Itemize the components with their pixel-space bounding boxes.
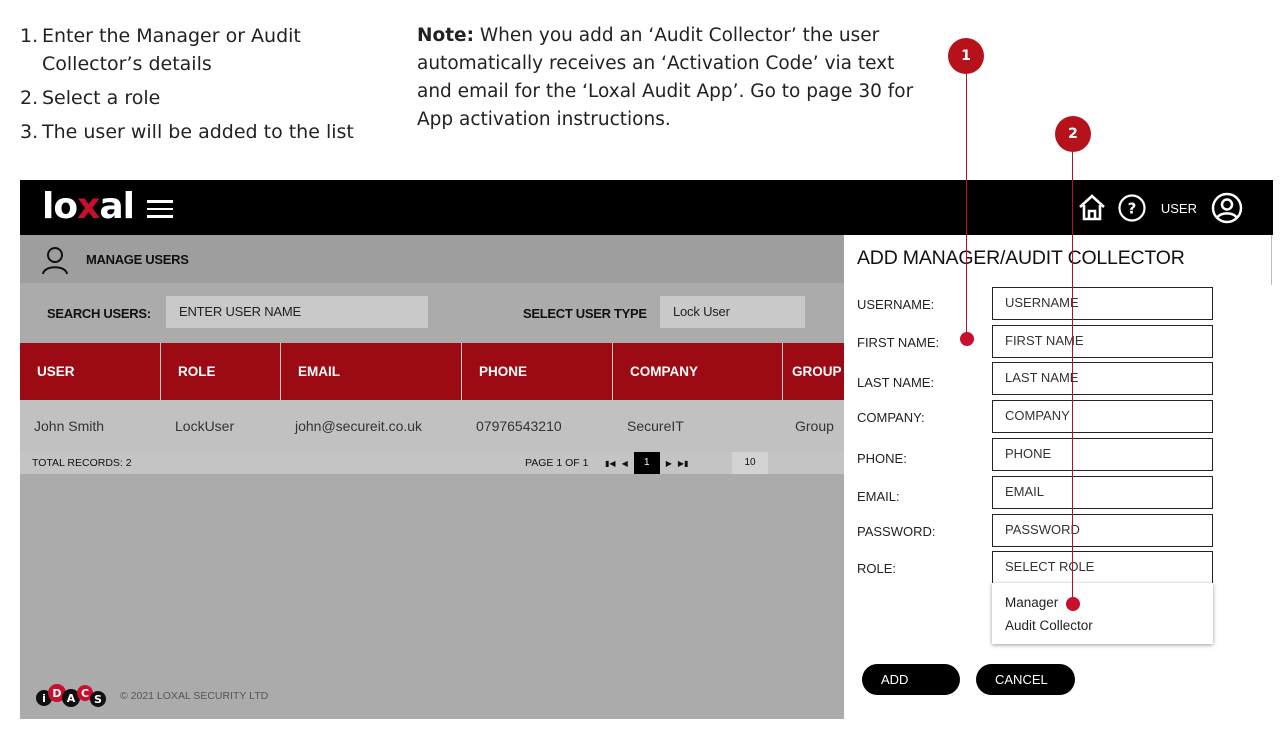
page-title: MANAGE USERS <box>86 252 189 267</box>
cell-email: john@secureit.co.uk <box>295 418 423 434</box>
add-button[interactable]: ADD <box>862 664 960 695</box>
person-icon <box>42 247 68 275</box>
step-1: 1. Enter the Manager or Audit Collector’s… <box>20 25 301 75</box>
svg-text:D: D <box>52 687 61 700</box>
cell-role: LockUser <box>175 418 235 434</box>
table-header: USER ROLE EMAIL PHONE COMPANY GROUP <box>20 343 844 400</box>
company-label: COMPANY: <box>857 410 925 425</box>
add-user-panel: ADD MANAGER/AUDIT COLLECTOR USERNAME: US… <box>844 235 1273 719</box>
password-label: PASSWORD: <box>857 524 936 539</box>
instruction-steps: 1. Enter the Manager or Audit Collector’s… <box>20 22 400 152</box>
panel-title: ADD MANAGER/AUDIT COLLECTOR <box>857 247 1185 269</box>
next-page-icon[interactable]: ▶ <box>666 459 672 468</box>
search-users-label: SEARCH USERS: <box>47 306 151 321</box>
step-2: 2. Select a role <box>20 87 161 109</box>
role-label: ROLE: <box>857 561 897 576</box>
page-info: PAGE 1 OF 1 <box>525 457 589 469</box>
pager-controls: ▮◀ ◀ 1 ▶ ▶▮ <box>605 452 688 474</box>
column-header-role[interactable]: ROLE <box>161 343 281 400</box>
column-header-group[interactable]: GROUP <box>783 343 844 400</box>
top-right-controls: ? USER <box>1077 192 1243 224</box>
role-option-manager[interactable]: Manager <box>992 591 1213 614</box>
search-input[interactable]: ENTER USER NAME <box>166 296 428 328</box>
callout-2-leader <box>1072 152 1073 602</box>
cell-phone: 07976543210 <box>476 418 562 434</box>
help-icon[interactable]: ? <box>1117 193 1147 223</box>
idacs-logo-icon: i D A C S <box>36 684 106 707</box>
svg-text:?: ? <box>1128 200 1137 218</box>
user-type-label: SELECT USER TYPE <box>523 306 647 321</box>
column-header-email[interactable]: EMAIL <box>281 343 462 400</box>
total-records: TOTAL RECORDS: 2 <box>32 457 132 469</box>
phone-label: PHONE: <box>857 451 907 466</box>
username-label: USERNAME: <box>857 297 935 312</box>
panel-edge-divider <box>1271 235 1272 285</box>
callout-2: 2 <box>1055 116 1091 152</box>
callout-1: 1 <box>948 38 984 74</box>
note-body: When you add an ‘Audit Collector’ the us… <box>417 25 914 130</box>
table-row[interactable]: John Smith LockUser john@secureit.co.uk … <box>20 400 844 452</box>
svg-text:i: i <box>42 692 46 705</box>
column-header-company[interactable]: COMPANY <box>613 343 783 400</box>
phone-field[interactable]: PHONE <box>992 438 1213 471</box>
note-label: Note: <box>417 25 474 46</box>
svg-text:C: C <box>81 687 89 700</box>
footer-brand: i D A C S © 2021 LOXAL SECURITY LTD <box>36 682 268 710</box>
prev-page-icon[interactable]: ◀ <box>622 459 628 468</box>
cell-group: Group <box>795 418 834 434</box>
top-bar: loxal ? USER <box>20 180 1273 235</box>
role-option-audit-collector[interactable]: Audit Collector <box>992 614 1213 637</box>
first-name-field[interactable]: FIRST NAME <box>992 325 1213 358</box>
username-field[interactable]: USERNAME <box>992 287 1213 320</box>
per-page-select[interactable]: 10 <box>732 452 768 474</box>
last-page-icon[interactable]: ▶▮ <box>678 459 689 468</box>
last-name-label: LAST NAME: <box>857 375 935 390</box>
loxal-logo[interactable]: loxal <box>42 186 135 227</box>
menu-icon[interactable] <box>147 200 173 218</box>
email-field[interactable]: EMAIL <box>992 476 1213 509</box>
search-row: SEARCH USERS: ENTER USER NAME SELECT USE… <box>20 283 844 341</box>
role-dropdown: Manager Audit Collector <box>992 583 1213 644</box>
cell-company: SecureIT <box>627 418 684 434</box>
current-page[interactable]: 1 <box>633 452 660 474</box>
home-icon[interactable] <box>1077 193 1107 223</box>
first-name-label: FIRST NAME: <box>857 335 940 350</box>
callout-1-dot <box>960 332 974 346</box>
note-text: Note: When you add an ‘Audit Collector’ … <box>417 22 917 134</box>
cancel-button[interactable]: CANCEL <box>976 664 1075 695</box>
first-page-icon[interactable]: ▮◀ <box>605 459 616 468</box>
callout-2-dot <box>1066 597 1080 611</box>
column-header-phone[interactable]: PHONE <box>462 343 613 400</box>
email-label: EMAIL: <box>857 489 900 504</box>
pagination-bar: TOTAL RECORDS: 2 PAGE 1 OF 1 ▮◀ ◀ 1 ▶ ▶▮… <box>20 452 844 474</box>
step-3: 3. The user will be added to the list <box>20 121 354 143</box>
cell-user: John Smith <box>34 418 105 434</box>
company-field[interactable]: COMPANY <box>992 400 1213 433</box>
app-window: loxal ? USER MANAGE USERS SEARCH USERS: … <box>20 180 1273 719</box>
password-field[interactable]: PASSWORD <box>992 514 1213 547</box>
user-circle-icon[interactable] <box>1211 192 1243 224</box>
user-type-select[interactable]: Lock User <box>660 296 805 328</box>
copyright-text: © 2021 LOXAL SECURITY LTD <box>120 690 269 702</box>
svg-text:S: S <box>94 693 102 706</box>
last-name-field[interactable]: LAST NAME <box>992 362 1213 395</box>
user-label[interactable]: USER <box>1161 201 1197 216</box>
svg-text:A: A <box>67 692 76 705</box>
manage-users-bar: MANAGE USERS <box>20 235 844 283</box>
role-select[interactable]: SELECT ROLE <box>992 551 1213 584</box>
callout-1-leader <box>966 74 967 338</box>
column-header-user[interactable]: USER <box>20 343 161 400</box>
